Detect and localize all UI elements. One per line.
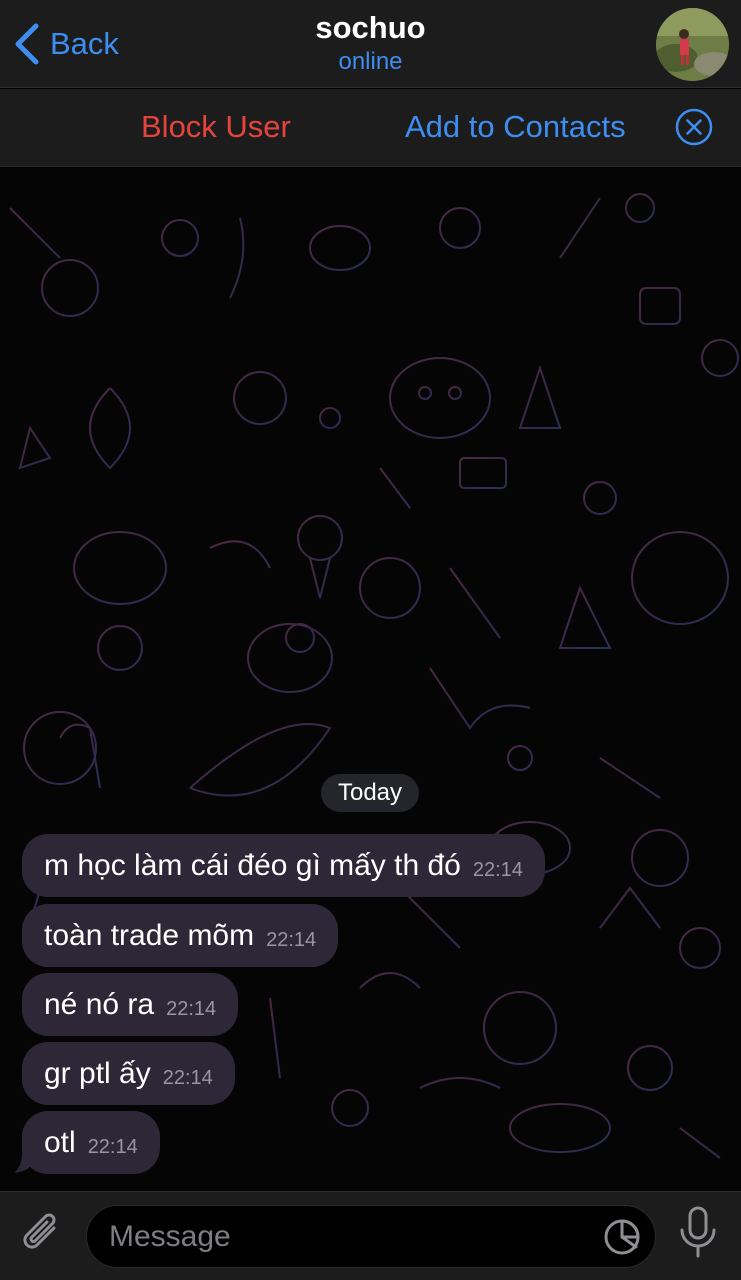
message-time: 22:14 bbox=[472, 859, 523, 881]
message-input[interactable] bbox=[109, 1206, 589, 1267]
back-label: Back bbox=[50, 26, 119, 61]
block-user-button[interactable]: Block User bbox=[141, 109, 291, 145]
incoming-message[interactable]: né nó ra 22:14 bbox=[22, 973, 239, 1036]
incoming-message[interactable]: toàn trade mõm 22:14 bbox=[22, 904, 339, 967]
chat-area[interactable]: Today m học làm cái đéo gì mấy th đó 22:… bbox=[0, 168, 741, 1191]
chat-status: online bbox=[338, 48, 403, 75]
chat-title-block[interactable]: sochuo online bbox=[200, 10, 541, 78]
incoming-message[interactable]: gr ptl ấy 22:14 bbox=[22, 1042, 235, 1105]
chat-wallpaper bbox=[9, 193, 739, 1159]
chat-title: sochuo bbox=[315, 10, 426, 45]
message-time: 22:14 bbox=[266, 929, 317, 951]
avatar-photo bbox=[656, 8, 729, 81]
avatar[interactable] bbox=[656, 8, 729, 81]
date-separator: Today bbox=[321, 774, 419, 812]
paperclip-icon[interactable] bbox=[20, 1210, 64, 1258]
message-text: né nó ra bbox=[44, 987, 155, 1021]
sticker-icon[interactable] bbox=[602, 1217, 642, 1257]
message-text: m học làm cái đéo gì mấy th đó bbox=[44, 848, 461, 882]
message-time: 22:14 bbox=[162, 1067, 213, 1089]
message-field[interactable] bbox=[86, 1205, 656, 1268]
message-text: otl bbox=[44, 1125, 76, 1159]
message-text: toàn trade mõm bbox=[44, 918, 255, 952]
microphone-icon[interactable] bbox=[678, 1206, 718, 1260]
incoming-message[interactable]: otl 22:14 bbox=[22, 1111, 160, 1174]
add-to-contacts-button[interactable]: Add to Contacts bbox=[405, 109, 626, 145]
chat-header: Back sochuo online bbox=[0, 0, 741, 88]
message-time: 22:14 bbox=[87, 1136, 138, 1158]
bubble-tail bbox=[14, 1143, 32, 1173]
contact-action-bar: Block User Add to Contacts bbox=[0, 89, 741, 167]
message-text: gr ptl ấy bbox=[44, 1056, 151, 1090]
message-input-bar bbox=[0, 1191, 741, 1280]
message-time: 22:14 bbox=[166, 998, 217, 1020]
close-circle-icon[interactable] bbox=[675, 108, 713, 146]
back-button[interactable]: Back bbox=[14, 20, 119, 68]
chevron-left-icon bbox=[15, 23, 39, 65]
incoming-message[interactable]: m học làm cái đéo gì mấy th đó 22:14 bbox=[22, 834, 545, 897]
